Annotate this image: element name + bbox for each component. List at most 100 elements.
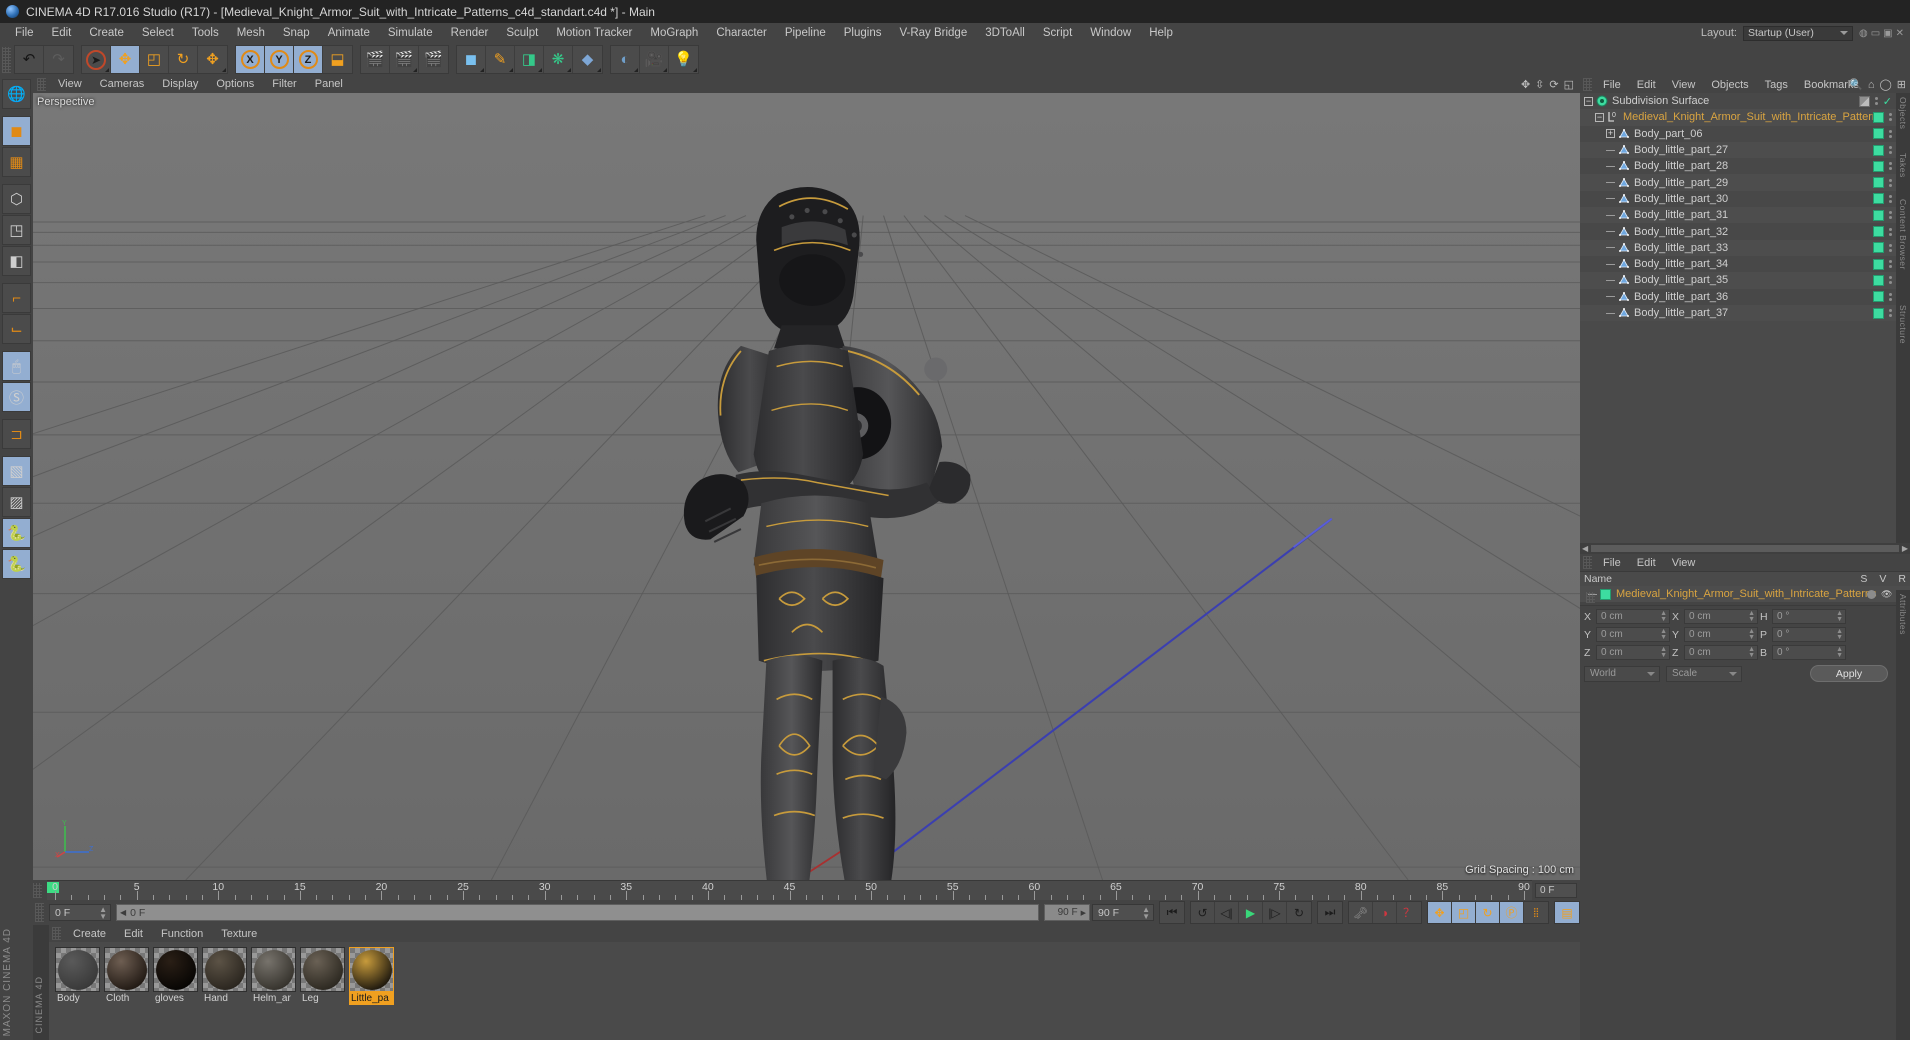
spinner-icon[interactable]: ▲ ▼: [1660, 646, 1667, 659]
tab-structure[interactable]: Structure: [1898, 305, 1908, 344]
material-tag-icon[interactable]: [1873, 160, 1884, 172]
null-object-icon[interactable]: 0: [1607, 111, 1619, 123]
object-tree-row[interactable]: Body_little_part_35: [1580, 272, 1896, 289]
expand-icon[interactable]: ⊞: [1897, 78, 1906, 91]
home-icon[interactable]: ⌂: [1868, 79, 1875, 91]
spinner-icon[interactable]: ▲ ▼: [1660, 628, 1667, 641]
redo-button[interactable]: ↷: [44, 46, 73, 73]
scale-key-toggle[interactable]: ◰: [1452, 902, 1476, 923]
object-manager-hscrollbar[interactable]: ◀ ▶: [1580, 543, 1910, 554]
menu-simulate[interactable]: Simulate: [379, 23, 442, 43]
object-tree-row[interactable]: Body_little_part_30: [1580, 190, 1896, 208]
viewport-menu-view[interactable]: View: [49, 76, 91, 93]
rotation-h-field[interactable]: 0 ° ▲ ▼: [1772, 609, 1846, 624]
objectmanager-menu-view[interactable]: View: [1664, 79, 1704, 91]
material-tag-icon[interactable]: [1873, 307, 1884, 319]
material-tag-icon[interactable]: [1873, 128, 1884, 140]
visibility-dots[interactable]: [1889, 211, 1892, 220]
layer-solo-dot[interactable]: [1867, 589, 1877, 599]
edges-mode-icon[interactable]: ◳: [2, 215, 31, 245]
objectmanager-menu-edit[interactable]: Edit: [1629, 79, 1664, 91]
material-item[interactable]: Cloth: [104, 947, 149, 1035]
position-x-field[interactable]: 0 cm ▲ ▼: [1596, 609, 1670, 624]
layer-color-chip[interactable]: [1600, 588, 1611, 600]
object-manager-grip[interactable]: [1583, 78, 1592, 91]
menu-script[interactable]: Script: [1034, 23, 1081, 43]
visibility-dots[interactable]: [1889, 309, 1892, 317]
timeline-grip[interactable]: [33, 882, 42, 898]
undo-button[interactable]: ↶: [15, 46, 44, 73]
workplane-icon[interactable]: ▨: [2, 487, 31, 517]
object-tree-row[interactable]: Body_little_part_29: [1580, 174, 1896, 191]
layout-extra-icons[interactable]: ◍ ▭ ▣ ✕: [1859, 28, 1904, 39]
rotate-icon[interactable]: ⟳: [1549, 78, 1558, 91]
position-key-toggle[interactable]: ✥: [1428, 902, 1452, 923]
material-preview[interactable]: [251, 947, 296, 992]
object-tree-row[interactable]: + Body_part_06: [1580, 125, 1896, 142]
tree-expander-plus[interactable]: +: [1606, 129, 1615, 139]
material-item[interactable]: Body: [55, 947, 100, 1035]
object-tree-row[interactable]: Body_little_part_28: [1580, 158, 1896, 175]
spinner-icon[interactable]: ▲ ▼: [1836, 628, 1843, 641]
layer-visible-icon[interactable]: 👁: [1881, 589, 1892, 600]
ellipse-icon[interactable]: ◯: [1879, 78, 1891, 91]
spinner-icon[interactable]: ▲ ▼: [1748, 646, 1755, 659]
rotate-tool-button[interactable]: ↻: [169, 46, 198, 73]
spinner-icon[interactable]: ▲ ▼: [1836, 646, 1843, 659]
material-menu-function[interactable]: Function: [152, 928, 212, 940]
python-icon[interactable]: 🐍: [2, 518, 31, 548]
minimize-icon[interactable]: ▭: [1871, 28, 1880, 39]
document-end-field[interactable]: 90 F ▲ ▼: [1092, 904, 1154, 921]
material-item[interactable]: gloves: [153, 947, 198, 1035]
perspective-viewport[interactable]: Perspective Grid Spacing : 100 cm Y Z X: [33, 93, 1580, 880]
python-generator-icon[interactable]: 🐍: [2, 549, 31, 579]
material-menu-create[interactable]: Create: [64, 928, 115, 940]
object-tree-row[interactable]: Body_little_part_37: [1580, 304, 1896, 322]
scroll-left-icon[interactable]: ◀: [1582, 544, 1588, 553]
scrub-right-arrow-icon[interactable]: ▶: [1081, 909, 1086, 917]
material-item[interactable]: Little_pa: [349, 947, 394, 1035]
timeline-ruler[interactable]: 0 5 10 15 20 25 30 35 40 45 50 55 60 65 70 75 80 85 90: [47, 880, 1532, 900]
render-view-button[interactable]: 🎬: [361, 46, 390, 73]
magnet-icon[interactable]: ⊐: [2, 419, 31, 449]
object-tree-row[interactable]: Body_little_part_33: [1580, 239, 1896, 256]
material-menu-texture[interactable]: Texture: [212, 928, 266, 940]
polygon-object-icon[interactable]: [1618, 258, 1630, 270]
apply-button[interactable]: Apply: [1810, 665, 1888, 682]
layer-row[interactable]: Medieval_Knight_Armor_Suit_with_Intricat…: [1580, 586, 1910, 602]
scroll-thumb[interactable]: [1591, 545, 1899, 552]
frame-scrubber[interactable]: ◀ 0 F: [116, 904, 1039, 921]
object-tree-row[interactable]: Body_little_part_31: [1580, 207, 1896, 224]
move-duplicate-button[interactable]: ✥: [198, 46, 227, 73]
tree-expander-minus[interactable]: −: [1584, 96, 1593, 106]
menu-plugins[interactable]: Plugins: [835, 23, 891, 43]
objectmanager-menu-objects[interactable]: Objects: [1703, 79, 1756, 91]
play-reverse-button[interactable]: ↺: [1191, 902, 1215, 923]
keyframe-help-button[interactable]: ？: [1397, 902, 1421, 923]
visibility-dots[interactable]: [1889, 227, 1892, 236]
size-z-field[interactable]: 0 cm ▲ ▼: [1684, 645, 1758, 660]
menu-snap[interactable]: Snap: [274, 23, 319, 43]
menu-v-ray-bridge[interactable]: V-Ray Bridge: [890, 23, 976, 43]
polygon-object-icon[interactable]: [1618, 193, 1630, 205]
subdivision-surface-icon[interactable]: [1596, 95, 1608, 107]
polygon-object-icon[interactable]: [1618, 242, 1630, 254]
material-item[interactable]: Hand: [202, 947, 247, 1035]
layer-grip[interactable]: [1583, 556, 1592, 569]
globe-axis-icon[interactable]: 🌐: [2, 79, 31, 109]
polygon-object-icon[interactable]: [1618, 160, 1630, 172]
material-item[interactable]: Helm_ar: [251, 947, 296, 1035]
material-tag-icon[interactable]: [1873, 193, 1884, 205]
dolly-icon[interactable]: ⇳: [1535, 78, 1544, 91]
object-tree-row[interactable]: − Subdivision Surface ✓: [1580, 93, 1896, 110]
menu-mograph[interactable]: MoGraph: [641, 23, 707, 43]
visibility-dots[interactable]: [1889, 276, 1892, 285]
menu-animate[interactable]: Animate: [319, 23, 379, 43]
material-tag-icon[interactable]: [1873, 291, 1884, 303]
autokey-button[interactable]: ◑: [1373, 902, 1397, 923]
material-preview[interactable]: [300, 947, 345, 992]
size-y-field[interactable]: 0 cm ▲ ▼: [1684, 627, 1758, 642]
spinner-icon[interactable]: ▲ ▼: [1836, 610, 1843, 623]
coordinate-system-dropdown[interactable]: World: [1584, 665, 1660, 682]
tab-attributes[interactable]: Attributes: [1898, 594, 1908, 635]
